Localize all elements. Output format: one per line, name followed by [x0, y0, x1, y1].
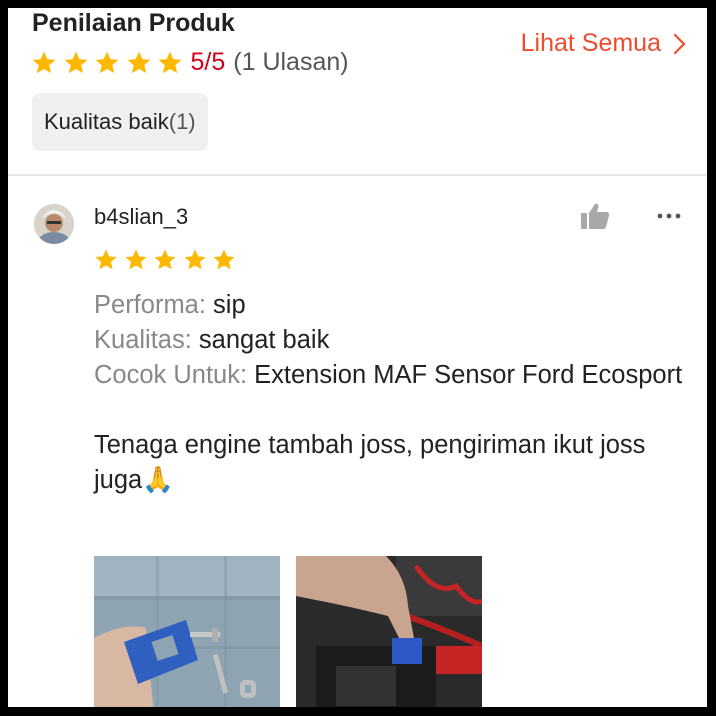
star-icon	[212, 248, 236, 272]
tag-count: (1)	[168, 109, 196, 134]
review-comment: Tenaga engine tambah joss, pengiriman ik…	[94, 428, 694, 498]
star-icon	[124, 248, 148, 272]
comment-text: Tenaga engine tambah joss, pengiriman ik…	[94, 431, 646, 494]
chevron-right-icon	[673, 33, 686, 54]
star-icon	[183, 248, 207, 272]
star-icon	[157, 50, 183, 76]
attribute-label: Cocok Untuk:	[94, 361, 248, 389]
attribute-value: sip	[213, 291, 246, 319]
attribute-label: Performa:	[94, 291, 206, 319]
review-photo-1[interactable]	[94, 556, 280, 707]
section-divider	[8, 174, 707, 176]
review-body: Performa: sip Kualitas: sangat baik Coco…	[94, 288, 694, 498]
tag-label: Kualitas baik	[44, 109, 169, 134]
review-attribute-cocok-untuk: Cocok Untuk: Extension MAF Sensor Ford E…	[94, 358, 694, 393]
rating-count: (1 Ulasan)	[233, 48, 349, 76]
star-icon	[94, 248, 118, 272]
review-attribute-performa: Performa: sip	[94, 288, 694, 323]
thumbs-up-icon[interactable]	[580, 202, 610, 230]
section-title: Penilaian Produk	[32, 9, 235, 37]
star-icon	[63, 50, 89, 76]
more-dots-icon[interactable]	[656, 212, 682, 220]
star-icon	[153, 248, 177, 272]
review-photo-2[interactable]	[296, 556, 482, 707]
product-ratings-screen: Penilaian Produk 5/5 (1 Ulasan) Lihat Se…	[8, 8, 707, 707]
star-icon	[94, 50, 120, 76]
star-icon	[31, 50, 57, 76]
reviewer-username[interactable]: b4slian_3	[94, 204, 188, 230]
star-icon	[126, 50, 152, 76]
tag-chip-kualitas-baik[interactable]: Kualitas baik (1)	[32, 93, 208, 151]
praying-hands-icon: 🙏	[142, 466, 174, 494]
see-all-label: Lihat Semua	[520, 29, 661, 57]
avatar[interactable]	[34, 204, 74, 244]
rating-value: 5/5	[190, 48, 226, 76]
see-all-link[interactable]: Lihat Semua	[521, 29, 687, 58]
overall-rating: 5/5 (1 Ulasan)	[31, 48, 349, 77]
review-attribute-kualitas: Kualitas: sangat baik	[94, 323, 694, 358]
attribute-label: Kualitas:	[94, 326, 192, 354]
attribute-value: Extension MAF Sensor Ford Ecosport	[254, 361, 683, 389]
attribute-value: sangat baik	[198, 326, 330, 354]
review-stars	[94, 248, 242, 272]
